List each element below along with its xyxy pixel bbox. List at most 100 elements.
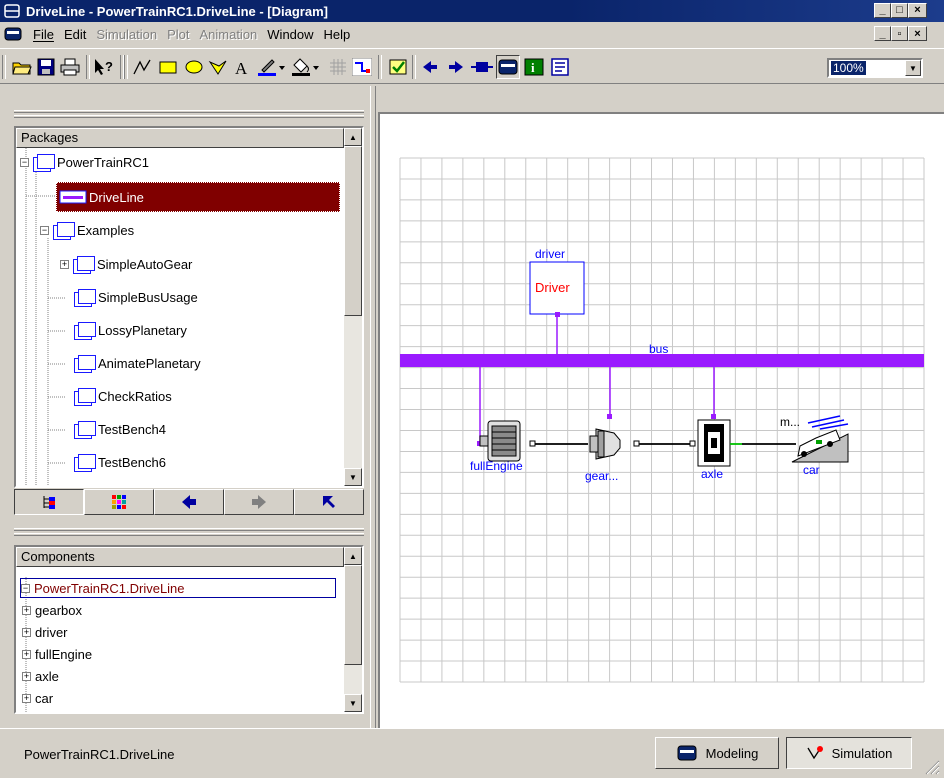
grid-toggle-icon[interactable]	[326, 55, 350, 79]
menu-window[interactable]: Window	[262, 27, 318, 42]
gearbox-block[interactable]	[589, 428, 621, 460]
menu-help[interactable]: Help	[319, 27, 356, 42]
tree-item-animateplanetary[interactable]: AnimatePlanetary	[74, 353, 201, 373]
component-icon[interactable]	[470, 55, 494, 79]
tree-item-checkratios[interactable]: CheckRatios	[74, 386, 172, 406]
tree-item-examples[interactable]: − Examples	[40, 220, 134, 240]
tree-item-simpleautogear[interactable]: + SimpleAutoGear	[60, 254, 192, 274]
zoom-select[interactable]: 100% ▼	[827, 58, 923, 78]
component-root[interactable]: − PowerTrainRC1.DriveLine	[20, 578, 336, 598]
modeling-mode-button[interactable]: Modeling	[655, 737, 779, 769]
packages-scrollbar[interactable]: ▲ ▼	[344, 128, 362, 486]
fill-color-icon[interactable]	[290, 55, 320, 79]
gear-bus-port[interactable]	[607, 414, 612, 419]
component-car[interactable]: + car	[22, 688, 53, 708]
document-icon[interactable]	[4, 26, 22, 42]
scroll-thumb[interactable]	[344, 565, 362, 665]
forward-arrow-icon[interactable]	[444, 55, 468, 79]
back-arrow-icon[interactable]	[418, 55, 442, 79]
scroll-down-icon[interactable]: ▼	[344, 468, 362, 486]
open-folder-icon[interactable]	[10, 55, 34, 79]
expand-icon[interactable]: +	[60, 259, 69, 269]
maximize-button[interactable]: □	[891, 3, 908, 18]
menu-edit[interactable]: Edit	[59, 27, 91, 42]
mdi-minimize-button[interactable]: _	[874, 26, 891, 41]
info-view-icon[interactable]: i	[522, 55, 546, 79]
tree-view-icon[interactable]	[14, 489, 84, 515]
expand-icon[interactable]: +	[22, 693, 31, 703]
scroll-thumb[interactable]	[344, 146, 362, 316]
collapse-icon[interactable]: −	[40, 225, 49, 235]
icon-view-icon[interactable]	[84, 489, 154, 515]
mdi-restore-button[interactable]: ▫	[891, 26, 908, 41]
nav-up-icon[interactable]	[294, 489, 364, 515]
print-icon[interactable]	[58, 55, 82, 79]
rectangle-tool-icon[interactable]	[156, 55, 180, 79]
component-axle[interactable]: + axle	[22, 666, 59, 686]
tree-item-driveline[interactable]: DriveLine	[56, 182, 340, 212]
menu-plot[interactable]: Plot	[162, 27, 194, 42]
simulation-mode-button[interactable]: Simulation	[786, 737, 912, 769]
diagram-svg[interactable]: bus driver Driver fullEngine gear... axl…	[380, 114, 944, 728]
component-driver[interactable]: + driver	[22, 622, 68, 642]
minimize-button[interactable]: _	[874, 3, 891, 18]
components-scrollbar[interactable]: ▲ ▼	[344, 547, 362, 712]
component-fullengine[interactable]: + fullEngine	[22, 644, 92, 664]
expand-icon[interactable]: +	[22, 671, 31, 681]
expand-icon[interactable]: +	[22, 605, 31, 615]
scroll-up-icon[interactable]: ▲	[344, 128, 362, 146]
car-block[interactable]	[791, 415, 849, 463]
save-icon[interactable]	[34, 55, 58, 79]
line-color-icon[interactable]	[256, 55, 286, 79]
full-engine-block[interactable]	[479, 420, 521, 462]
connect-mode-icon[interactable]	[350, 55, 374, 79]
components-panel-grip[interactable]	[14, 528, 364, 536]
mdi-close-button[interactable]: ×	[908, 26, 927, 41]
menu-simulation[interactable]: Simulation	[91, 27, 162, 42]
title-bar[interactable]: DriveLine - PowerTrainRC1.DriveLine - [D…	[0, 0, 944, 22]
menu-file[interactable]: File	[28, 27, 59, 42]
axle-in-flange[interactable]	[689, 440, 696, 447]
line-tool-icon[interactable]	[130, 55, 154, 79]
close-button[interactable]: ×	[908, 3, 927, 18]
nav-forward-icon[interactable]	[224, 489, 294, 515]
chevron-down-icon[interactable]: ▼	[905, 60, 921, 76]
tree-item-label: SimpleAutoGear	[97, 256, 193, 272]
scroll-up-icon[interactable]: ▲	[344, 547, 362, 565]
tree-item-simplebususage[interactable]: SimpleBusUsage	[74, 287, 198, 307]
status-bar: PowerTrainRC1.DriveLine Modeling Simulat…	[0, 728, 944, 778]
diagram-canvas[interactable]: bus driver Driver fullEngine gear... axl…	[378, 112, 944, 728]
modeling-view-icon[interactable]	[496, 55, 520, 79]
text-tool-icon[interactable]: A	[230, 55, 254, 79]
svg-text:?: ?	[105, 59, 113, 74]
axle-bus-port[interactable]	[711, 414, 716, 419]
component-gearbox[interactable]: + gearbox	[22, 600, 82, 620]
nav-back-icon[interactable]	[154, 489, 224, 515]
ellipse-tool-icon[interactable]	[182, 55, 206, 79]
axle-block[interactable]	[697, 419, 731, 467]
menu-animation[interactable]: Animation	[194, 27, 262, 42]
resize-grip-icon[interactable]	[922, 757, 940, 775]
polygon-tool-icon[interactable]	[206, 55, 230, 79]
car-label: car	[803, 463, 820, 477]
scroll-down-icon[interactable]: ▼	[344, 694, 362, 712]
expand-icon[interactable]: +	[22, 627, 31, 637]
check-icon[interactable]	[386, 55, 410, 79]
splitter[interactable]	[370, 86, 376, 728]
tree-item-lossyplanetary[interactable]: LossyPlanetary	[74, 320, 187, 340]
gear-flange[interactable]	[633, 440, 640, 447]
collapse-icon[interactable]: −	[21, 583, 30, 593]
packages-panel-grip[interactable]	[14, 110, 364, 118]
tree-item-testbench4[interactable]: TestBench4	[74, 419, 166, 439]
engine-flange[interactable]	[529, 440, 536, 447]
tree-item-testbench6[interactable]: TestBench6	[74, 452, 166, 472]
documentation-view-icon[interactable]	[548, 55, 572, 79]
whats-this-icon[interactable]: ?	[92, 55, 116, 79]
expand-icon[interactable]: +	[22, 649, 31, 659]
modeling-label: Modeling	[705, 745, 759, 761]
collapse-icon[interactable]: −	[20, 157, 29, 167]
axle-label: axle	[701, 467, 723, 481]
tree-item-label: DriveLine	[89, 189, 144, 205]
driver-port[interactable]	[555, 312, 560, 317]
tree-item-powertrainrc1[interactable]: − PowerTrainRC1	[20, 152, 149, 172]
